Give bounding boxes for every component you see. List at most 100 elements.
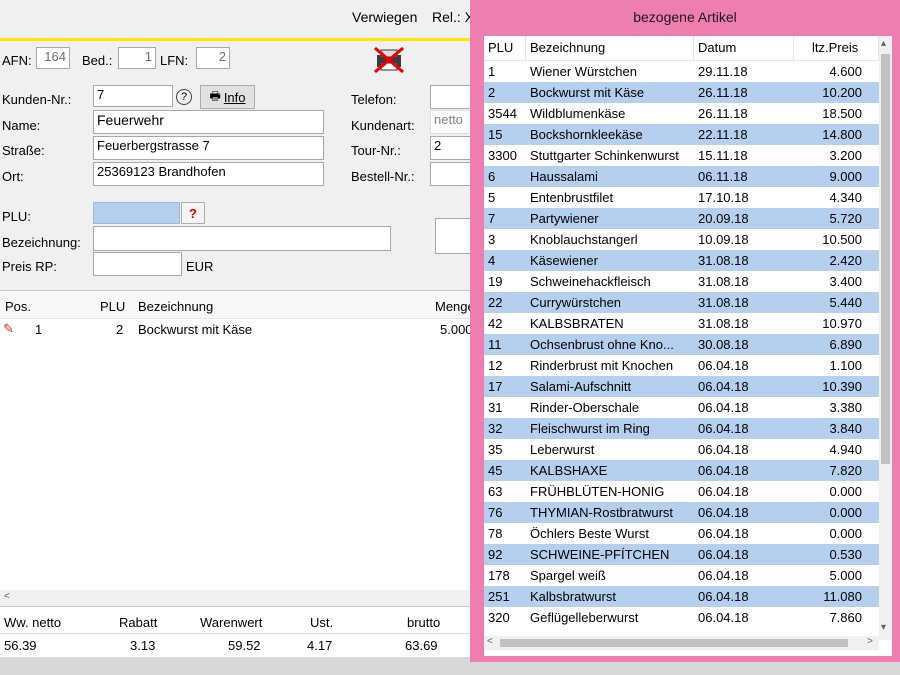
info-button[interactable]: 🖶 Info xyxy=(200,85,255,109)
bestell-field[interactable] xyxy=(430,162,472,186)
cell-datum: 06.04.18 xyxy=(698,505,749,520)
table-row[interactable]: 78 Öchlers Beste Wurst 06.04.18 0.000 xyxy=(484,523,879,544)
scroll-thumb[interactable] xyxy=(881,54,890,464)
cell-bezeichnung: Wiener Würstchen xyxy=(530,64,637,79)
cell-bezeichnung: Bockwurst mit Käse xyxy=(530,85,645,100)
cell-bezeichnung: Stuttgarter Schinkenwurst xyxy=(530,148,679,163)
col-menge[interactable]: Menge xyxy=(435,299,475,314)
table-row[interactable]: 22 Currywürstchen 31.08.18 5.440 xyxy=(484,292,879,313)
row-pos: 1 xyxy=(35,322,43,337)
cell-plu: 251 xyxy=(488,589,510,604)
col-plu[interactable]: PLU xyxy=(100,299,125,314)
total-label-ust: Ust. xyxy=(310,615,334,630)
table-row[interactable]: 251 Kalbsbratwurst 06.04.18 11.080 xyxy=(484,586,879,607)
cell-bezeichnung: THYMIAN-Rostbratwurst xyxy=(530,505,674,520)
scroll-up-icon[interactable]: ▴ xyxy=(881,38,886,49)
cell-datum: 26.11.18 xyxy=(698,106,748,121)
col-bezeichnung[interactable]: Bezeichnung xyxy=(138,299,213,314)
cell-preis: 18.500 xyxy=(822,106,862,121)
bezeichnung-field[interactable] xyxy=(93,226,391,251)
telefon-field[interactable] xyxy=(430,85,472,109)
table-row[interactable]: 1 Wiener Würstchen 29.11.18 4.600 xyxy=(484,61,879,82)
table-row[interactable]: 76 THYMIAN-Rostbratwurst 06.04.18 0.000 xyxy=(484,502,879,523)
print-icon: 🖶 xyxy=(209,88,221,103)
scroll-left-icon[interactable]: < xyxy=(487,636,493,647)
cell-datum: 31.08.18 xyxy=(698,253,749,268)
no-printer-icon[interactable] xyxy=(372,45,406,78)
cell-preis: 3.840 xyxy=(829,421,862,436)
vertical-scrollbar[interactable]: ▴ ▾ xyxy=(879,36,892,640)
table-row[interactable]: 12 Rinderbrust mit Knochen 06.04.18 1.100 xyxy=(484,355,879,376)
related-articles-grid: PLU Bezeichnung Datum ltz.Preis 1 Wiener … xyxy=(484,36,892,656)
scroll-left-icon[interactable]: < xyxy=(4,591,10,602)
table-row[interactable]: 6 Haussalami 06.11.18 9.000 xyxy=(484,166,879,187)
table-row[interactable]: 4 Käsewiener 31.08.18 2.420 xyxy=(484,250,879,271)
cell-preis: 10.970 xyxy=(822,316,862,331)
tour-field[interactable]: 2 xyxy=(430,136,472,160)
kundenart-field[interactable]: netto xyxy=(430,110,472,134)
preis-field[interactable] xyxy=(93,252,182,276)
cell-bezeichnung: Bockshornkleekäse xyxy=(530,127,643,142)
lfn-field[interactable]: 2 xyxy=(196,47,230,69)
col-pos[interactable]: Pos. xyxy=(5,299,31,314)
cell-preis: 10.390 xyxy=(822,379,862,394)
col-plu[interactable]: PLU xyxy=(484,36,526,60)
cell-datum: 06.04.18 xyxy=(698,568,749,583)
cell-bezeichnung: Ochsenbrust ohne Kno... xyxy=(530,337,674,352)
cell-plu: 178 xyxy=(488,568,510,583)
table-row[interactable]: 320 Geflügelleberwurst 06.04.18 7.860 xyxy=(484,607,879,628)
name-field[interactable]: Feuerwehr xyxy=(93,110,324,134)
table-row[interactable]: 7 Partywiener 20.09.18 5.720 xyxy=(484,208,879,229)
cell-datum: 20.09.18 xyxy=(698,211,749,226)
table-row[interactable]: 11 Ochsenbrust ohne Kno... 30.08.18 6.890 xyxy=(484,334,879,355)
popup-title: bezogene Artikel xyxy=(633,9,737,25)
col-bezeichnung[interactable]: Bezeichnung xyxy=(526,36,694,60)
afn-field[interactable]: 164 xyxy=(36,47,70,69)
cell-datum: 30.08.18 xyxy=(698,337,749,352)
table-row[interactable]: 92 SCHWEINE-PFÍTCHEN 06.04.18 0.530 xyxy=(484,544,879,565)
table-row[interactable]: 15 Bockshornkleekäse 22.11.18 14.800 xyxy=(484,124,879,145)
cell-preis: 5.720 xyxy=(829,211,862,226)
search-help-button[interactable]: ? xyxy=(181,202,205,224)
table-row[interactable]: 3300 Stuttgarter Schinkenwurst 15.11.18 3.2… xyxy=(484,145,879,166)
table-row[interactable]: 178 Spargel weiß 06.04.18 5.000 xyxy=(484,565,879,586)
table-row[interactable]: 17 Salami-Aufschnitt 06.04.18 10.390 xyxy=(484,376,879,397)
positions-hscroll[interactable]: < xyxy=(0,590,472,606)
table-row[interactable]: ✎ 1 2 Bockwurst mit Käse 5.000 xyxy=(0,318,473,340)
accent-line xyxy=(0,38,472,41)
horizontal-scrollbar[interactable]: < > xyxy=(484,636,879,650)
plu-label: PLU: xyxy=(2,209,31,224)
scroll-thumb[interactable] xyxy=(500,639,848,647)
total-netto: 56.39 xyxy=(4,638,37,653)
col-datum[interactable]: Datum xyxy=(694,36,794,60)
table-row[interactable]: 35 Leberwurst 06.04.18 4.940 xyxy=(484,439,879,460)
menge-field[interactable] xyxy=(435,218,472,254)
kunden-nr-field[interactable]: 7 xyxy=(93,85,173,107)
cell-preis: 4.940 xyxy=(829,442,862,457)
table-row[interactable]: 5 Entenbrustfilet 17.10.18 4.340 xyxy=(484,187,879,208)
table-row[interactable]: 32 Fleischwurst im Ring 06.04.18 3.840 xyxy=(484,418,879,439)
cell-plu: 3 xyxy=(488,232,496,247)
scroll-down-icon[interactable]: ▾ xyxy=(881,622,886,633)
plu-field[interactable] xyxy=(93,202,180,224)
table-row[interactable]: 31 Rinder-Oberschale 06.04.18 3.380 xyxy=(484,397,879,418)
col-preis[interactable]: ltz.Preis xyxy=(794,36,879,60)
table-row[interactable]: 2 Bockwurst mit Käse 26.11.18 10.200 xyxy=(484,82,879,103)
table-row[interactable]: 42 KALBSBRATEN 31.08.18 10.970 xyxy=(484,313,879,334)
cell-plu: 3544 xyxy=(488,106,517,121)
table-row[interactable]: 45 KALBSHAXE 06.04.18 7.820 xyxy=(484,460,879,481)
scroll-right-icon[interactable]: > xyxy=(867,636,873,647)
cell-datum: 06.11.18 xyxy=(698,169,748,184)
table-row[interactable]: 19 Schweinehackfleisch 31.08.18 3.400 xyxy=(484,271,879,292)
help-icon[interactable]: ? xyxy=(176,89,192,105)
table-row[interactable]: 3 Knoblauchstangerl 10.09.18 10.500 xyxy=(484,229,879,250)
table-row[interactable]: 63 FRÜHBLÜTEN-HONIG 06.04.18 0.000 xyxy=(484,481,879,502)
tour-label: Tour-Nr.: xyxy=(351,143,401,158)
strasse-field[interactable]: Feuerbergstrasse 7 xyxy=(93,136,324,160)
cell-preis: 5.440 xyxy=(829,295,862,310)
bed-field[interactable]: 1 xyxy=(118,47,156,69)
ort-field[interactable]: 25369123 Brandhofen xyxy=(93,162,324,186)
total-warenwert: 59.52 xyxy=(228,638,261,653)
cell-bezeichnung: SCHWEINE-PFÍTCHEN xyxy=(530,547,670,562)
table-row[interactable]: 3544 Wildblumenkäse 26.11.18 18.500 xyxy=(484,103,879,124)
